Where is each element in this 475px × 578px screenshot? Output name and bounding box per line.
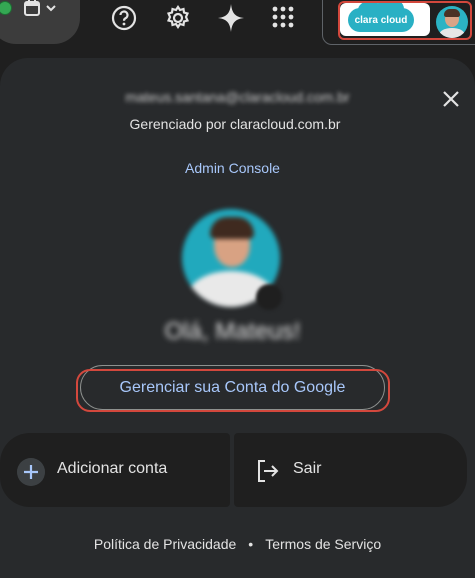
gemini-icon[interactable] xyxy=(217,3,245,33)
org-logo-text: clara cloud xyxy=(354,15,408,26)
sign-out-label: Sair xyxy=(293,460,322,477)
managed-by-text: Gerenciado por claracloud.com.br xyxy=(129,116,341,132)
help-icon[interactable] xyxy=(110,4,138,32)
terms-link[interactable]: Termos de Serviço xyxy=(265,536,381,552)
calendar-icon xyxy=(24,0,40,16)
gear-icon[interactable] xyxy=(164,4,192,32)
chevron-down-icon xyxy=(46,5,56,12)
account-email: mateus.santana@claracloud.com.br xyxy=(125,89,350,105)
privacy-link[interactable]: Política de Privacidade xyxy=(94,536,236,552)
admin-console-link[interactable]: Admin Console xyxy=(0,160,465,176)
status-dot-icon xyxy=(0,1,12,15)
close-icon[interactable] xyxy=(440,88,462,110)
footer-separator: • xyxy=(248,536,254,552)
annotation-highlight-button xyxy=(76,369,390,412)
camera-icon[interactable] xyxy=(256,284,282,310)
calendar-status-button[interactable] xyxy=(0,0,80,44)
greeting: Olá, Mateus! xyxy=(164,318,301,345)
add-account-label: Adicionar conta xyxy=(57,460,168,477)
logout-icon xyxy=(258,460,279,482)
footer: Política de Privacidade • Termos de Serviç… xyxy=(0,536,475,552)
apps-grid-icon[interactable] xyxy=(271,5,295,29)
plus-icon xyxy=(17,458,45,486)
